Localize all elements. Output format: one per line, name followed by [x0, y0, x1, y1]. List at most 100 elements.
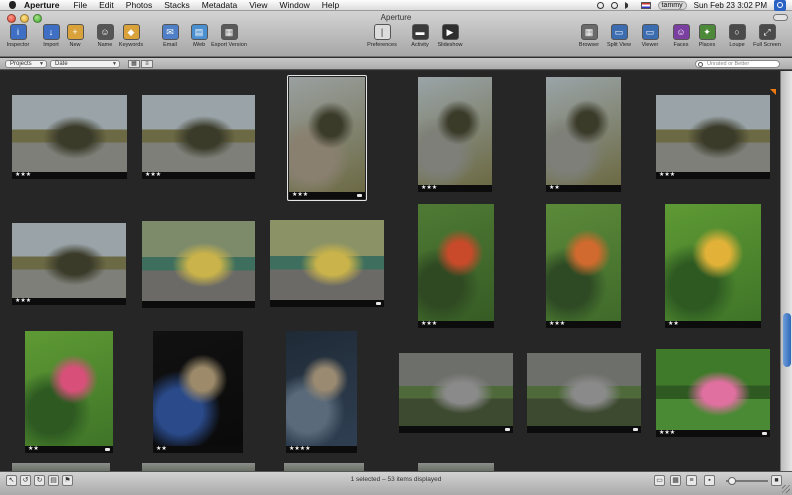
export-version-button[interactable]: ▦ Export Version — [210, 24, 248, 54]
photo-rating-bar: ★★ — [153, 446, 243, 453]
photo-image — [418, 77, 492, 185]
photo-thumbnail[interactable] — [142, 221, 255, 308]
thumbnail-size-knob[interactable] — [728, 477, 736, 485]
browser-label: Browser — [578, 42, 600, 48]
photo-image — [142, 95, 255, 172]
photo-thumbnail[interactable]: ★★★ — [142, 95, 255, 179]
time-machine-icon[interactable] — [596, 2, 604, 9]
scroll-thumb[interactable] — [783, 313, 791, 367]
window-title: Aperture — [380, 13, 412, 22]
export-version-label: Export Version — [211, 42, 247, 48]
photo-thumbnail[interactable]: ★★★ — [656, 349, 770, 437]
bottom-bar: ↖ ↺ ↻ ▤ ⚑ 1 selected – 53 items displaye… — [0, 471, 792, 495]
full-screen-button[interactable]: ⤢ Full Screen — [748, 24, 786, 54]
vertical-scrollbar[interactable] — [780, 71, 792, 471]
photo-rating-bar: ★★ — [665, 321, 761, 328]
export-version-icon: ▦ — [220, 24, 238, 40]
star-rating: ★★ — [28, 446, 39, 452]
photo-thumbnail[interactable] — [418, 463, 494, 471]
window-toolbar: Aperture i Inspector ↓ Import + New ☺ Name ◆ Keyw… — [0, 11, 792, 57]
spotlight-icon[interactable] — [774, 0, 786, 11]
photo-thumbnail[interactable] — [270, 220, 384, 307]
menu-stacks[interactable]: Stacks — [164, 0, 190, 10]
photo-thumbnail[interactable]: ★★★ — [546, 204, 621, 328]
menu-edit[interactable]: Edit — [99, 0, 114, 10]
photo-thumbnail[interactable]: ★★★ — [418, 204, 494, 328]
activity-monitor-icon: ▬ — [411, 24, 429, 40]
photo-thumbnail[interactable] — [142, 463, 255, 471]
photo-thumbnail[interactable]: ★★ — [665, 204, 761, 328]
thumbnail-large-icon[interactable]: ■ — [771, 475, 782, 486]
photo-image — [656, 95, 770, 172]
sync-icon[interactable] — [610, 2, 618, 9]
adjustment-badge-icon — [357, 194, 362, 197]
grid-view-button[interactable]: ▦ — [128, 60, 140, 68]
photo-thumbnail[interactable]: ★★ — [25, 331, 113, 453]
keywords-tag-icon: ◆ — [122, 24, 140, 40]
menu-file[interactable]: File — [73, 0, 87, 10]
new-label: New — [69, 42, 81, 48]
projects-popup-label: Projects — [10, 61, 32, 67]
photo-thumbnail[interactable] — [12, 463, 110, 471]
activity-label: Activity — [411, 42, 429, 48]
photo-thumbnail[interactable]: ★★★ — [12, 223, 126, 305]
keywords-button[interactable]: ◆ Keywords — [112, 24, 150, 54]
photo-thumbnail[interactable]: ★★★ — [418, 77, 492, 192]
thumbnail-small-icon[interactable]: ▪ — [704, 475, 715, 486]
photo-image — [665, 204, 761, 321]
photo-thumbnail[interactable] — [284, 463, 364, 471]
split-view-icon: ▭ — [610, 24, 628, 40]
photo-image — [399, 353, 513, 426]
grid-small-icon[interactable]: ▦ — [670, 475, 681, 486]
projects-popup[interactable]: Projects ▼ — [5, 60, 47, 68]
search-icon — [698, 62, 703, 67]
photo-rating-bar: ★★★ — [546, 321, 621, 328]
photo-thumbnail[interactable]: ★★ — [546, 77, 621, 192]
apple-icon[interactable] — [9, 1, 16, 9]
toolbar-toggle-button[interactable] — [773, 14, 788, 21]
photo-thumbnail[interactable] — [399, 353, 513, 433]
photo-thumbnail[interactable]: ★★★ — [656, 89, 776, 179]
chevron-down-icon: ▼ — [112, 61, 117, 67]
photo-thumbnail[interactable]: ★★ — [153, 331, 243, 453]
photo-thumbnail[interactable]: ★★★★ — [286, 331, 357, 453]
menu-photos[interactable]: Photos — [126, 0, 152, 10]
menu-app-aperture[interactable]: Aperture — [24, 0, 59, 10]
menu-bar: Aperture File Edit Photos Stacks Metadat… — [0, 0, 792, 11]
photo-image — [25, 331, 113, 446]
menu-window[interactable]: Window — [280, 0, 310, 10]
volume-icon[interactable] — [624, 2, 634, 9]
list-view-button[interactable]: ≡ — [141, 60, 153, 68]
menu-help[interactable]: Help — [322, 0, 339, 10]
rating-filter-field[interactable]: Unrated or Better — [695, 60, 780, 68]
clock[interactable]: Sun Feb 23 3:02 PM — [694, 1, 767, 10]
places-label: Places — [698, 42, 716, 48]
slideshow-label: Slideshow — [437, 42, 463, 48]
viewer-icon: ▭ — [641, 24, 659, 40]
slideshow-button[interactable]: ▶ Slideshow — [431, 24, 469, 54]
places-icon: ✦ — [698, 24, 716, 40]
photo-rating-bar: ★★★ — [12, 172, 127, 179]
sort-popup[interactable]: Date ▼ — [50, 60, 120, 68]
preferences-label: Preferences — [367, 42, 397, 48]
photo-thumbnail[interactable]: ★★★ — [12, 95, 127, 179]
photo-thumbnail[interactable]: ★★★ — [287, 75, 367, 201]
email-label: Email — [163, 42, 177, 48]
photo-image — [153, 331, 243, 446]
resize-grip[interactable] — [782, 485, 790, 493]
play-icon: ▶ — [441, 24, 459, 40]
preferences-button[interactable]: | Preferences — [363, 24, 401, 54]
email-icon: ✉ — [161, 24, 179, 40]
name-icon: ☺ — [96, 24, 114, 40]
user-menu[interactable]: tammy — [657, 1, 687, 10]
photo-rating-bar: ★★★ — [418, 321, 494, 328]
star-rating: ★★★ — [421, 185, 438, 191]
filmstrip-icon[interactable]: ▭ — [654, 475, 665, 486]
list-small-icon[interactable]: ≡ — [686, 475, 697, 486]
menu-metadata[interactable]: Metadata — [202, 0, 237, 10]
preferences-switch-icon: | — [373, 24, 391, 40]
menu-view[interactable]: View — [249, 0, 267, 10]
thumbnail-size-slider[interactable] — [726, 477, 768, 485]
input-flag-icon[interactable] — [640, 2, 651, 9]
photo-thumbnail[interactable] — [527, 353, 641, 433]
